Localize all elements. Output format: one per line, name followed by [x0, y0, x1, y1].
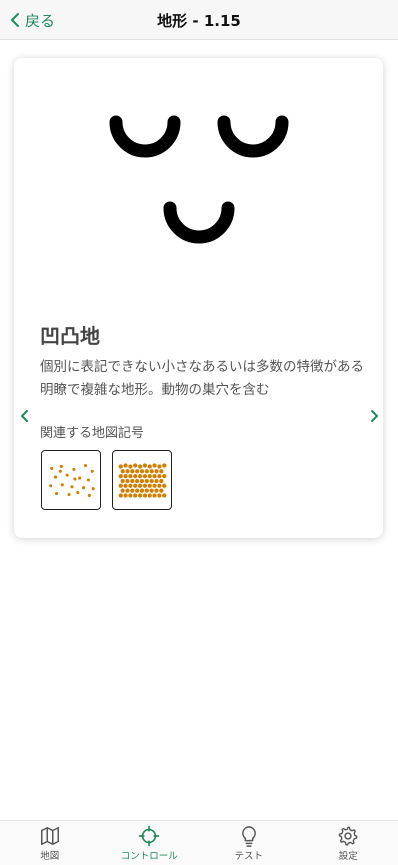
- tab-map-label: 地図: [40, 851, 60, 862]
- map-icon: [40, 827, 59, 845]
- chevron-left-icon: [21, 410, 28, 422]
- gear-icon: [338, 826, 358, 846]
- tab-test-label: テスト: [234, 851, 263, 862]
- crosshair-icon: [139, 825, 160, 847]
- lightbulb-icon: [241, 826, 256, 847]
- related-symbol-dense-dots[interactable]: [112, 450, 172, 510]
- tab-control[interactable]: コントロール: [100, 821, 200, 865]
- related-symbol-sparse-dots[interactable]: [41, 450, 101, 510]
- tab-test[interactable]: テスト: [199, 821, 299, 865]
- symbol-description: 個別に表記できない小さなあるいは多数の特徴がある明瞭で複雑な地形。動物の巣穴を含…: [40, 359, 364, 398]
- chevron-right-icon: [371, 410, 378, 422]
- tab-map[interactable]: 地図: [0, 821, 100, 865]
- top-navigation-bar: 戻る 地形 - 1.15: [0, 0, 398, 40]
- tab-settings[interactable]: 設定: [299, 821, 398, 865]
- symbol-card: 凹凸地 個別に表記できない小さなあるいは多数の特徴がある明瞭で複雑な地形。動物の…: [14, 58, 383, 538]
- related-symbols-label: 関連する地図記号: [40, 426, 145, 441]
- broken-ground-symbol: [109, 115, 289, 244]
- next-symbol-button[interactable]: [367, 408, 381, 424]
- previous-symbol-button[interactable]: [18, 408, 32, 424]
- related-symbols-list: [41, 450, 172, 510]
- page-title: 地形 - 1.15: [157, 12, 241, 30]
- dense-dots-image: [118, 463, 167, 498]
- tab-settings-label: 設定: [338, 851, 358, 862]
- tab-control-label: コントロール: [120, 851, 178, 862]
- sparse-dots-image: [49, 463, 95, 498]
- symbol-heading: 凹凸地: [40, 324, 100, 348]
- bottom-tab-bar: 地図 コントロール テスト 設定: [0, 820, 398, 865]
